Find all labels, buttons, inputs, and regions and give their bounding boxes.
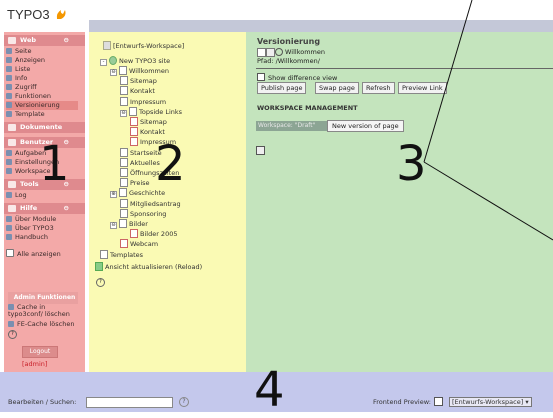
annotation-4: 4 xyxy=(254,362,285,418)
annotation-1: 1 xyxy=(39,136,70,192)
annotation-2: 2 xyxy=(155,136,186,192)
annotation-lines xyxy=(423,0,553,241)
annotation-3: 3 xyxy=(396,136,427,192)
